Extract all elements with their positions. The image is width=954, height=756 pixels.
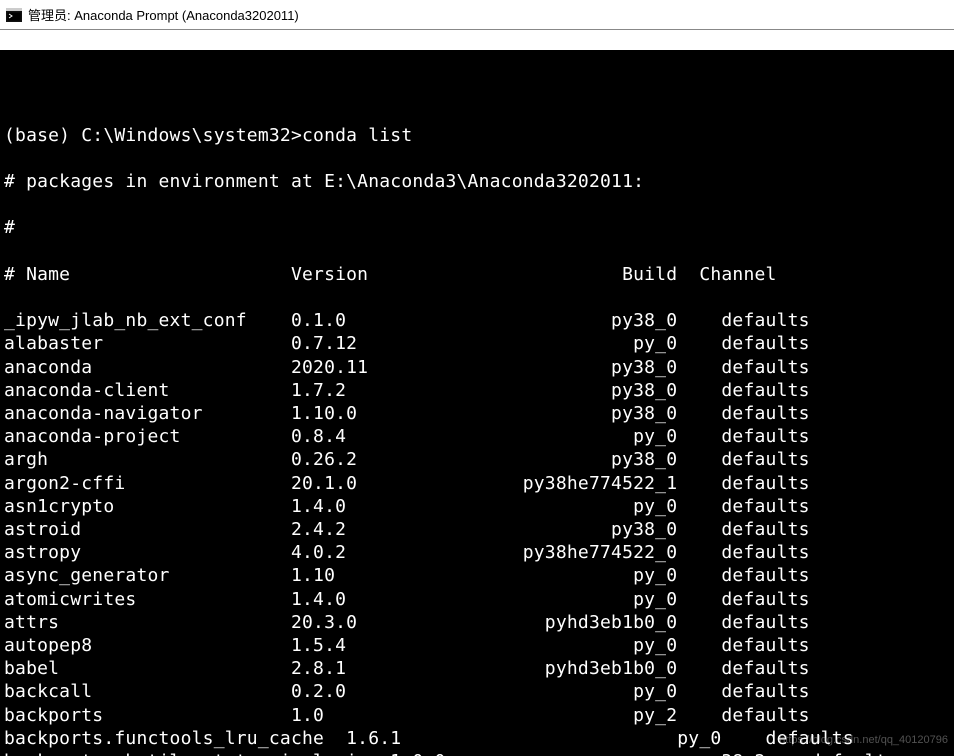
- package-row: backcall 0.2.0 py_0 defaults: [4, 680, 954, 703]
- window-title: 管理员: Anaconda Prompt (Anaconda3202011): [28, 5, 299, 24]
- package-row: async_generator 1.10 py_0 defaults: [4, 564, 954, 587]
- prompt-cwd: (base) C:\Windows\system32>: [4, 125, 302, 146]
- package-row: babel 2.8.1 pyhd3eb1b0_0 defaults: [4, 657, 954, 680]
- blank-row: [4, 77, 954, 100]
- package-row: autopep8 1.5.4 py_0 defaults: [4, 634, 954, 657]
- titlebar-spacer: [0, 30, 954, 50]
- package-row: asn1crypto 1.4.0 py_0 defaults: [4, 495, 954, 518]
- package-row: argon2-cffi 20.1.0 py38he774522_1 defaul…: [4, 472, 954, 495]
- env-line: # packages in environment at E:\Anaconda…: [4, 170, 954, 193]
- prompt-line: (base) C:\Windows\system32>conda list: [4, 124, 954, 147]
- package-row: anaconda-client 1.7.2 py38_0 defaults: [4, 379, 954, 402]
- package-row: atomicwrites 1.4.0 py_0 defaults: [4, 588, 954, 611]
- package-row: _ipyw_jlab_nb_ext_conf 0.1.0 py38_0 defa…: [4, 309, 954, 332]
- hash-line: #: [4, 216, 954, 239]
- package-row: anaconda 2020.11 py38_0 defaults: [4, 356, 954, 379]
- window-titlebar: 管理员: Anaconda Prompt (Anaconda3202011): [0, 0, 954, 30]
- terminal-output[interactable]: (base) C:\Windows\system32>conda list # …: [0, 50, 954, 756]
- prompt-command: conda list: [302, 125, 412, 146]
- package-row: astropy 4.0.2 py38he774522_0 defaults: [4, 541, 954, 564]
- package-row: attrs 20.3.0 pyhd3eb1b0_0 defaults: [4, 611, 954, 634]
- package-row: anaconda-project 0.8.4 py_0 defaults: [4, 425, 954, 448]
- package-row: anaconda-navigator 1.10.0 py38_0 default…: [4, 402, 954, 425]
- package-row: backports 1.0 py_2 defaults: [4, 704, 954, 727]
- package-row: astroid 2.4.2 py38_0 defaults: [4, 518, 954, 541]
- watermark-text: https://blog.csdn.net/qq_40120796: [779, 729, 948, 752]
- header-row: # Name Version Build Channel: [4, 263, 954, 286]
- package-row: alabaster 0.7.12 py_0 defaults: [4, 332, 954, 355]
- package-row: argh 0.26.2 py38_0 defaults: [4, 448, 954, 471]
- terminal-icon: [6, 7, 22, 23]
